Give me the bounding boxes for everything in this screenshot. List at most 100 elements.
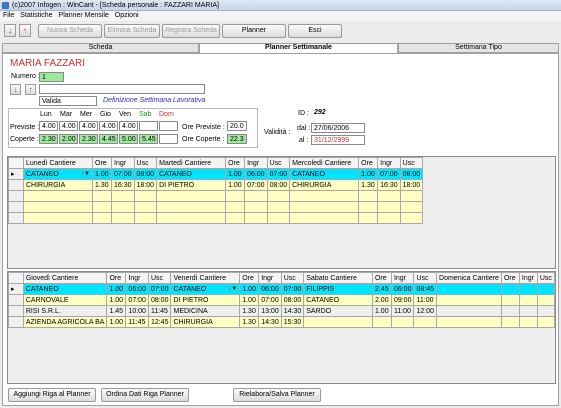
- cell[interactable]: 18:00: [133, 179, 158, 191]
- previste-dom[interactable]: [159, 121, 178, 131]
- cell[interactable]: 11:45: [125, 316, 149, 328]
- registra-scheda-button[interactable]: Registra Scheda: [162, 24, 220, 38]
- cell[interactable]: 07:00: [266, 168, 291, 180]
- scheda-selector[interactable]: [39, 84, 205, 94]
- cell[interactable]: 13:00: [258, 305, 282, 317]
- cell[interactable]: [500, 305, 520, 317]
- table-row[interactable]: ▸ CATANEO 1.00 06:00 07:00 ▼ CATANEO 1.00…: [8, 283, 555, 295]
- cell[interactable]: [536, 305, 555, 317]
- cell-cantiere[interactable]: RISI S.R.L.: [22, 305, 108, 317]
- table-row[interactable]: RISI S.R.L. 1.45 10:00 11:45 MEDICINA 1.…: [8, 305, 555, 317]
- cell[interactable]: 12:45: [147, 316, 172, 328]
- table-row[interactable]: AZIENDA AGRICOLA BA 1.00 11:45 12:45 CHI…: [8, 316, 555, 328]
- cell-cantiere[interactable]: AZIENDA AGRICOLA BA: [22, 316, 108, 328]
- cell[interactable]: 08:45: [413, 283, 438, 295]
- cell[interactable]: 15:30: [280, 316, 305, 328]
- previste-mar[interactable]: 4.00: [59, 121, 78, 131]
- cell[interactable]: [413, 316, 438, 328]
- cell[interactable]: 08:00: [266, 179, 291, 191]
- cell[interactable]: 18:00: [399, 179, 424, 191]
- cell[interactable]: 1.00: [92, 168, 112, 180]
- cell[interactable]: 11:00: [413, 294, 438, 306]
- cell[interactable]: 1.00: [225, 168, 246, 180]
- cell[interactable]: 1.00: [106, 294, 127, 306]
- cell[interactable]: 07:00: [258, 294, 282, 306]
- cell-cantiere[interactable]: [436, 305, 502, 317]
- tab-settimana-tipo[interactable]: Settimana Tipo: [398, 43, 559, 53]
- cell[interactable]: 1.30: [239, 316, 260, 328]
- cell[interactable]: [518, 283, 538, 295]
- table-row-empty[interactable]: [8, 201, 424, 213]
- cell[interactable]: 06:00: [390, 283, 415, 295]
- cell[interactable]: 11:45: [147, 305, 172, 317]
- cell[interactable]: 07:00: [244, 179, 268, 191]
- arrow-down-icon[interactable]: ↓: [10, 84, 21, 95]
- cell[interactable]: 1.00: [239, 294, 260, 306]
- cell[interactable]: 12:00: [413, 305, 438, 317]
- cell[interactable]: [536, 294, 555, 306]
- cell[interactable]: 07:00: [111, 168, 135, 180]
- cell[interactable]: 2.00: [371, 294, 392, 306]
- cell-cantiere[interactable]: DI PIETRO: [170, 294, 241, 306]
- ordina-dati-button[interactable]: Ordina Dati Riga Planner: [101, 388, 189, 402]
- cell[interactable]: 06:00: [125, 283, 149, 295]
- planner-button[interactable]: Planner: [222, 24, 286, 38]
- cell[interactable]: 1.30: [239, 305, 260, 317]
- cell[interactable]: 06:00: [258, 283, 282, 295]
- cell[interactable]: 08:00: [280, 294, 305, 306]
- cell-cantiere[interactable]: CATANEO: [303, 294, 373, 306]
- previste-gio[interactable]: 4.00: [99, 121, 118, 131]
- planner-grid-lun-mer[interactable]: Lunedì Cantiere Ore Ingr Usc Martedì Can…: [7, 156, 556, 269]
- table-row-empty[interactable]: [8, 212, 424, 224]
- cell-cantiere[interactable]: ▼ CATANEO: [170, 283, 241, 295]
- cell[interactable]: 16:30: [377, 179, 401, 191]
- cell[interactable]: 07:00: [125, 294, 149, 306]
- cell-cantiere[interactable]: CATANEO: [156, 168, 227, 180]
- cell[interactable]: 10:00: [125, 305, 149, 317]
- cell[interactable]: 1.00: [239, 283, 260, 295]
- menu-planner-mensile[interactable]: Planner Mensile: [59, 11, 109, 21]
- cell[interactable]: 07:00: [147, 283, 172, 295]
- cell[interactable]: [500, 316, 520, 328]
- cell-cantiere[interactable]: [436, 294, 502, 306]
- cell-cantiere[interactable]: CARNOVALE: [22, 294, 108, 306]
- cell-cantiere[interactable]: MEDICINA: [170, 305, 241, 317]
- cell-cantiere[interactable]: CHIRURGIA: [170, 316, 241, 328]
- cell-cantiere[interactable]: FILIPPIS: [303, 283, 373, 295]
- previste-sab[interactable]: [139, 121, 158, 131]
- previste-lun[interactable]: 4.00: [39, 121, 58, 131]
- rielabora-salva-button[interactable]: Rielabora/Salva Planner: [233, 388, 321, 402]
- previste-mer[interactable]: 4.00: [79, 121, 98, 131]
- cell-cantiere[interactable]: CATANEO: [289, 168, 360, 180]
- cell[interactable]: 08:00: [399, 168, 424, 180]
- cell-cantiere[interactable]: CATANEO: [22, 283, 108, 295]
- cell[interactable]: 1.00: [106, 316, 127, 328]
- dropdown-arrow-icon[interactable]: ▼: [229, 285, 237, 292]
- cell[interactable]: [536, 283, 555, 295]
- cell[interactable]: 1.30: [92, 179, 112, 191]
- cell[interactable]: 06:00: [244, 168, 268, 180]
- cell[interactable]: [390, 316, 415, 328]
- table-row[interactable]: CARNOVALE 1.00 07:00 08:00 DI PIETRO 1.0…: [8, 294, 555, 306]
- cell-cantiere[interactable]: SARDO: [303, 305, 373, 317]
- cell-cantiere[interactable]: [303, 316, 373, 328]
- cell[interactable]: 08:00: [133, 168, 158, 180]
- dropdown-arrow-icon[interactable]: ▼: [82, 170, 90, 177]
- al-field[interactable]: 31/12/2999: [311, 135, 365, 145]
- cell-cantiere[interactable]: CHIRURGIA: [289, 179, 360, 191]
- menu-statistiche[interactable]: Statistiche: [20, 11, 52, 21]
- cell[interactable]: 07:00: [280, 283, 305, 295]
- cell-cantiere[interactable]: [436, 316, 502, 328]
- table-row[interactable]: CHIRURGIA 1.30 16:30 18:00 DI PIETRO 1.0…: [8, 179, 424, 191]
- cell[interactable]: 08:00: [147, 294, 172, 306]
- cell[interactable]: 2.45: [371, 283, 392, 295]
- table-row[interactable]: ▸ ▼ CATANEO 1.00 07:00 08:00 CATANEO 1.00…: [8, 168, 424, 180]
- esci-button[interactable]: Esci: [288, 24, 342, 38]
- cell[interactable]: 1.00: [358, 168, 379, 180]
- cell[interactable]: 1.00: [106, 283, 127, 295]
- cell[interactable]: 16:30: [111, 179, 135, 191]
- tab-scheda[interactable]: Scheda: [2, 43, 199, 53]
- cell[interactable]: 1.30: [358, 179, 379, 191]
- menu-file[interactable]: File: [3, 11, 14, 21]
- elimina-scheda-button[interactable]: Elimina Scheda: [104, 24, 160, 38]
